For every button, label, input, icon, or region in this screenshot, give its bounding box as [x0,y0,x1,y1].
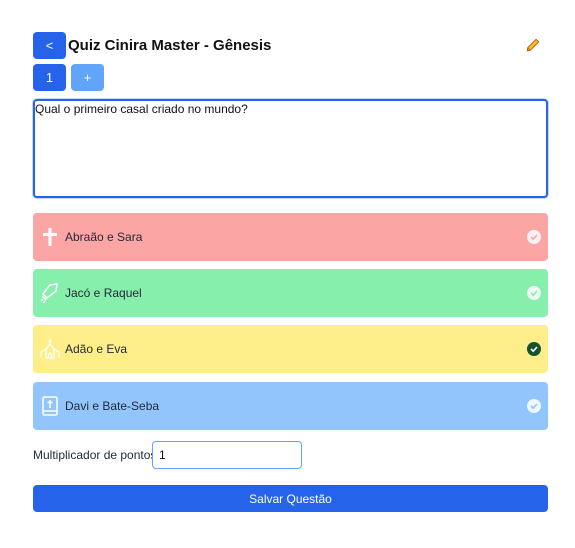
answer-label: Adão e Eva [65,342,128,356]
page-title: Quiz Cinira Master - Gênesis [68,37,272,54]
answer-label: Davi e Bate-Seba [65,399,160,413]
quiz-header: < Quiz Cinira Master - Gênesis [33,32,548,59]
add-question-button[interactable]: + [71,64,104,91]
church-icon [40,339,60,359]
answer-label: Abraão e Sara [65,230,143,244]
answer-label: Jacó e Raquel [65,286,142,300]
multiplier-input[interactable] [152,441,302,469]
question-textarea[interactable] [33,99,548,198]
check-circle-icon[interactable] [527,230,541,244]
cross-icon [43,228,57,246]
check-circle-icon[interactable] [527,399,541,413]
question-1-button[interactable]: 1 [33,64,66,91]
check-circle-icon[interactable] [527,342,541,356]
multiplier-label: Multiplicador de pontos: [33,448,160,462]
answer-option-3[interactable]: Adão e Eva [33,325,548,373]
answer-option-1[interactable]: Abraão e Sara [33,213,548,261]
bible-icon [42,396,58,416]
save-question-button[interactable]: Salvar Questão [33,485,548,512]
sword-icon [40,283,58,304]
check-circle-icon[interactable] [527,286,541,300]
pencil-icon[interactable] [526,38,540,52]
back-button[interactable]: < [33,32,66,59]
answer-option-2[interactable]: Jacó e Raquel [33,269,548,317]
answer-option-4[interactable]: Davi e Bate-Seba [33,382,548,430]
